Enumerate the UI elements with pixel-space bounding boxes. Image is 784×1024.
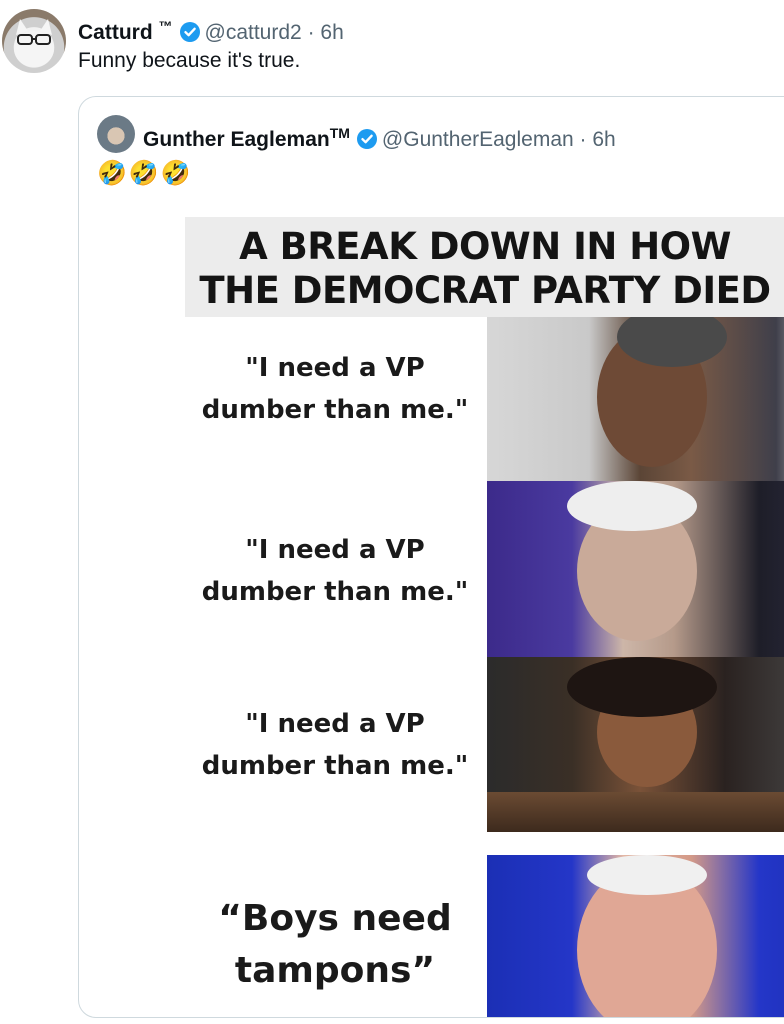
- meme-title: A BREAK DOWN IN HOW THE DEMOCRAT PARTY D…: [185, 217, 784, 317]
- quoted-author-avatar[interactable]: [97, 115, 135, 153]
- tweet-text: Funny because it's true.: [78, 49, 301, 72]
- meme-panel-caption: "I need a VP dumber than me.": [201, 709, 469, 781]
- quoted-author-name[interactable]: Gunther EaglemanTM: [143, 125, 350, 151]
- meme-panel-caption: “Boys need tampons”: [218, 898, 452, 991]
- meme-title-line: THE DEMOCRAT PARTY DIED: [199, 269, 771, 312]
- meme-panel-caption: "I need a VP dumber than me.": [201, 353, 469, 425]
- meme-panel-photo: [487, 657, 784, 832]
- author-handle[interactable]: @catturd2: [205, 21, 302, 44]
- separator-dot: ·: [579, 128, 587, 151]
- meme-image[interactable]: A BREAK DOWN IN HOW THE DEMOCRAT PARTY D…: [185, 217, 784, 1017]
- meme-panel-photo: [487, 481, 784, 657]
- meme-panel-caption: "I need a VP dumber than me.": [201, 535, 469, 607]
- quoted-tweet-header: Gunther EaglemanTM @GuntherEagleman · 6h: [143, 119, 616, 158]
- quoted-tweet-card[interactable]: Gunther EaglemanTM @GuntherEagleman · 6h …: [78, 96, 784, 1018]
- author-avatar[interactable]: [2, 9, 66, 73]
- timestamp[interactable]: 6h: [320, 21, 343, 44]
- separator-dot: ·: [307, 21, 315, 44]
- quoted-tweet-text: 🤣🤣🤣: [97, 160, 193, 187]
- tweet-header: Catturd ™ @catturd2 · 6h: [78, 12, 344, 51]
- meme-panel-photo: [487, 317, 784, 481]
- meme-title-line: A BREAK DOWN IN HOW: [239, 225, 731, 268]
- cat-avatar-image: [14, 19, 54, 67]
- author-name[interactable]: Catturd ™: [78, 18, 173, 44]
- meme-panel-photo: [487, 855, 784, 1017]
- quoted-timestamp[interactable]: 6h: [592, 128, 615, 151]
- verified-badge-icon: [356, 128, 378, 158]
- quoted-author-handle[interactable]: @GuntherEagleman: [382, 128, 574, 151]
